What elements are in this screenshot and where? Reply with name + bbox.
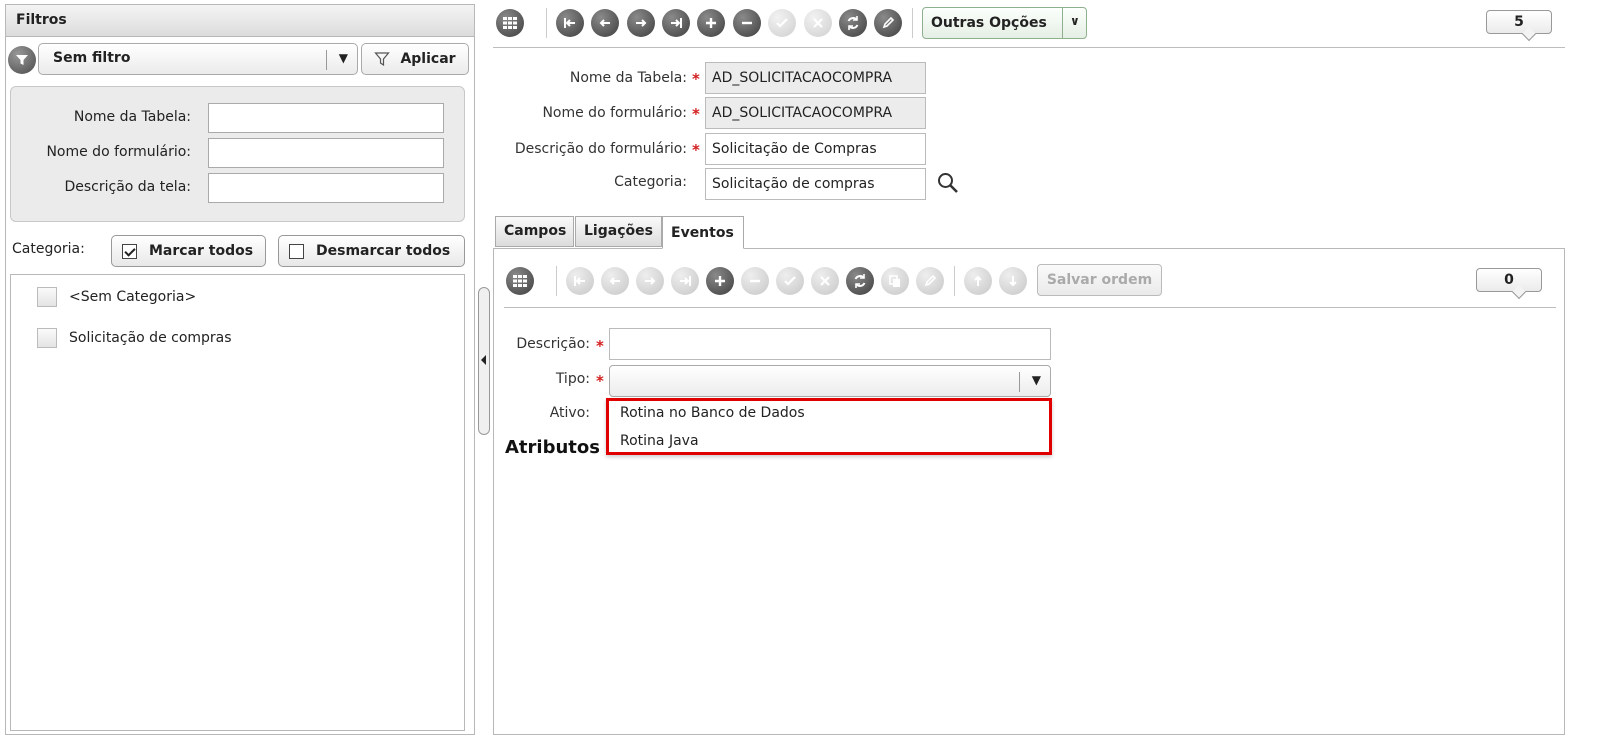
screen-desc-filter-input[interactable] [208,173,444,203]
previous-record-icon [601,267,629,295]
category-item[interactable]: Solicitação de compras [37,328,232,348]
cancel-icon [804,9,832,37]
remove-icon[interactable] [733,9,761,37]
filter-select-value: Sem filtro [53,50,131,66]
checkbox-checked-icon [122,243,137,259]
toolbar-separator [556,266,557,296]
tipo-label: Tipo: [555,371,590,387]
dropdown-option[interactable]: Rotina no Banco de Dados [620,405,805,421]
description-input[interactable] [609,328,1051,360]
category-item-label: Solicitação de compras [69,330,232,346]
filter-fields-box: Nome da Tabela: Nome do formulário: Desc… [10,86,465,222]
chevron-down-icon[interactable]: ∨ [1070,14,1080,28]
refresh-icon[interactable] [846,267,874,295]
duplicate-icon [881,267,909,295]
category-item-label: <Sem Categoria> [69,289,197,305]
first-record-icon[interactable] [556,9,584,37]
apply-button[interactable]: Aplicar [361,43,469,75]
other-options-label: Outras Opções [931,15,1047,31]
toolbar-separator [546,8,547,38]
description-label: Descrição: [516,336,590,352]
toolbar-divider [493,47,1565,48]
chevron-down-icon: ▼ [338,51,348,65]
checkbox-empty-icon [289,243,304,259]
collapse-left-icon[interactable] [481,355,486,365]
filter-select[interactable]: Sem filtro ▼ [38,43,358,75]
divider [326,50,327,70]
screen-desc-label: Descrição da tela: [64,179,191,195]
next-record-icon [636,267,664,295]
table-name-label: Nome da Tabela: [569,70,687,86]
add-icon[interactable] [706,267,734,295]
ativo-label: Ativo: [549,405,590,421]
category-label: Categoria: [12,241,85,257]
apply-button-label: Aplicar [400,51,456,67]
grid-view-icon[interactable] [496,9,524,37]
record-count-badge: 5 [1486,10,1552,34]
form-name-field: AD_SOLICITACAOCOMPRA [705,97,926,129]
tab-ligacoes[interactable]: Ligações [575,216,662,247]
category-label: Categoria: [614,174,687,190]
attributes-heading: Atributos [505,437,600,458]
tab-campos[interactable]: Campos [495,216,574,247]
tipo-select[interactable]: ▼ [609,365,1051,397]
chevron-down-icon: ▼ [1031,373,1041,387]
category-list: <Sem Categoria> Solicitação de compras [10,274,465,731]
other-options-button[interactable]: Outras Opções ∨ [922,7,1087,39]
filter-icon [374,52,391,67]
form-name-label: Nome do formulário: [46,144,191,160]
toolbar-separator [912,8,913,38]
tipo-dropdown-list: Rotina no Banco de Dados Rotina Java [606,398,1052,455]
form-name-filter-input[interactable] [208,138,444,168]
divider [1062,8,1063,38]
edit-icon [916,267,944,295]
mark-all-label: Marcar todos [149,243,254,259]
table-name-field: AD_SOLICITACAOCOMPRA [705,62,926,94]
dropdown-option[interactable]: Rotina Java [620,433,699,449]
event-count-badge: 0 [1476,268,1542,292]
next-record-icon[interactable] [627,9,655,37]
form-name-label: Nome do formulário: [542,105,687,121]
required-asterisk: * [596,372,604,390]
previous-record-icon[interactable] [591,9,619,37]
confirm-icon [768,9,796,37]
unmark-all-button[interactable]: Desmarcar todos [278,235,465,267]
events-toolbar-divider [504,307,1556,308]
move-up-icon [964,267,992,295]
remove-icon [741,267,769,295]
tab-content-panel [493,248,1565,735]
table-name-filter-input[interactable] [208,103,444,133]
mark-all-button[interactable]: Marcar todos [111,235,266,267]
first-record-icon [566,267,594,295]
table-name-label: Nome da Tabela: [73,109,191,125]
add-icon[interactable] [697,9,725,37]
refresh-icon[interactable] [839,9,867,37]
last-record-icon[interactable] [662,9,690,37]
category-checkbox[interactable] [37,287,57,307]
category-input[interactable]: Solicitação de compras [705,168,926,200]
move-down-icon [999,267,1027,295]
confirm-icon [776,267,804,295]
filters-header: Filtros [6,5,474,37]
required-asterisk: * [692,70,700,88]
last-record-icon [671,267,699,295]
tab-eventos[interactable]: Eventos [662,216,744,249]
filter-menu-icon[interactable] [8,46,36,74]
category-item[interactable]: <Sem Categoria> [37,287,196,307]
edit-icon[interactable] [874,9,902,37]
category-checkbox[interactable] [37,328,57,348]
form-desc-input[interactable]: Solicitação de Compras [705,133,926,165]
search-icon[interactable] [936,171,960,199]
required-asterisk: * [596,337,604,355]
required-asterisk: * [692,141,700,159]
grid-view-icon[interactable] [506,267,534,295]
required-asterisk: * [692,105,700,123]
form-desc-label: Descrição do formulário: [514,141,687,157]
unmark-all-label: Desmarcar todos [316,243,451,259]
cancel-icon [811,267,839,295]
save-order-button: Salvar ordem [1037,264,1162,296]
divider [1019,372,1020,392]
toolbar-separator [954,266,955,296]
